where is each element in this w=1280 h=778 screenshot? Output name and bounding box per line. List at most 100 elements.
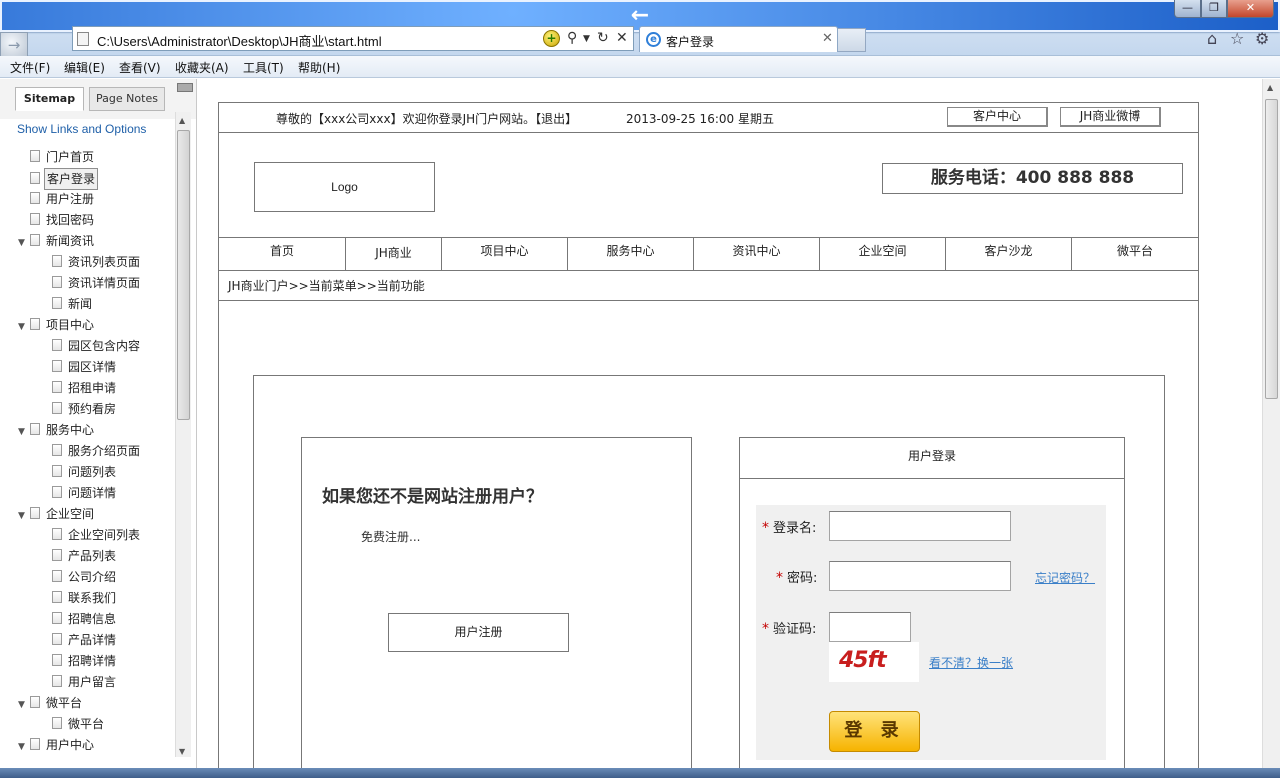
sitemap-item[interactable]: 用户注册	[18, 189, 96, 209]
page-icon	[30, 423, 40, 435]
sitemap-item[interactable]: 找回密码	[18, 210, 96, 230]
page-icon	[30, 234, 40, 246]
expand-toggle-icon[interactable]: ▼	[18, 317, 30, 337]
sitemap-scrollbar[interactable]: ▲ ▼	[175, 112, 191, 757]
sitemap-item-label: 招聘信息	[68, 612, 117, 626]
customer-center-button[interactable]: 客户中心	[947, 107, 1048, 127]
sitemap-item[interactable]: 资讯详情页面	[40, 273, 142, 293]
nav-news-center[interactable]: 资讯中心	[693, 237, 819, 271]
tools-gear-icon[interactable]: ⚙	[1255, 29, 1269, 48]
sitemap-item[interactable]: 企业空间列表	[40, 525, 142, 545]
divider	[219, 300, 1198, 301]
stop-icon[interactable]: ✕	[616, 30, 628, 46]
dropdown-chevron-icon[interactable]: ▼	[583, 34, 590, 44]
nav-home[interactable]: 首页	[219, 237, 345, 271]
home-icon[interactable]: ⌂	[1207, 29, 1217, 48]
compatibility-view-icon[interactable]: +	[543, 30, 560, 47]
menu-edit[interactable]: 编辑(E)	[64, 59, 105, 76]
jh-weibo-button[interactable]: JH商业微博	[1060, 107, 1161, 127]
maximize-button[interactable]: ❐	[1201, 0, 1227, 18]
nav-enterprise-space[interactable]: 企业空间	[819, 237, 945, 271]
refresh-captcha-link[interactable]: 看不清？换一张	[929, 654, 1013, 671]
address-bar[interactable]: C:\Users\Administrator\Desktop\JH商业\star…	[72, 26, 634, 51]
expand-toggle-icon[interactable]: ▼	[18, 233, 30, 253]
sitemap-item[interactable]: 产品列表	[40, 546, 118, 566]
nav-customer-salon[interactable]: 客户沙龙	[945, 237, 1071, 271]
sitemap-item[interactable]: 招聘详情	[40, 651, 118, 671]
scroll-up-arrow-icon[interactable]: ▲	[1267, 83, 1273, 92]
scrollbar-thumb[interactable]	[1265, 99, 1278, 399]
collapse-panel-button[interactable]	[177, 83, 193, 92]
search-icon[interactable]: ⚲	[567, 30, 577, 46]
username-input[interactable]	[829, 511, 1011, 541]
sitemap-item[interactable]: ▼ 企业空间	[18, 504, 96, 524]
sitemap-item[interactable]: ▼ 微平台	[18, 693, 84, 713]
sitemap-item[interactable]: 招聘信息	[40, 609, 118, 629]
close-window-button[interactable]: ✕	[1227, 0, 1274, 18]
expand-toggle-icon[interactable]: ▼	[18, 506, 30, 526]
tab-close-icon[interactable]: ✕	[822, 31, 833, 46]
sitemap-item[interactable]: 预约看房	[40, 399, 118, 419]
sitemap-item[interactable]: 资讯列表页面	[40, 252, 142, 272]
login-button[interactable]: 登 录	[829, 711, 920, 752]
page-viewport: 尊敬的【xxx公司xxx】欢迎你登录JH门户网站。【退出】 2013-09-25…	[198, 79, 1262, 778]
menu-file[interactable]: 文件(F)	[10, 59, 50, 76]
page-frame: 尊敬的【xxx公司xxx】欢迎你登录JH门户网站。【退出】 2013-09-25…	[218, 102, 1199, 778]
expand-toggle-icon[interactable]: ▼	[18, 422, 30, 442]
nav-micro-platform[interactable]: 微平台	[1071, 237, 1198, 271]
sitemap-item[interactable]: 用户留言	[40, 672, 118, 692]
sitemap-item-label: 企业空间	[46, 507, 95, 521]
sitemap-item[interactable]: 服务介绍页面	[40, 441, 142, 461]
captcha-image[interactable]: 45ft	[829, 642, 919, 682]
sitemap-item[interactable]: ▼ 新闻资讯	[18, 231, 96, 251]
sitemap-item[interactable]: 招租申请	[40, 378, 118, 398]
page-scrollbar[interactable]: ▲	[1262, 79, 1280, 778]
scroll-down-arrow-icon[interactable]: ▼	[179, 747, 185, 756]
sitemap-item-label: 服务介绍页面	[68, 444, 141, 458]
menu-tools[interactable]: 工具(T)	[243, 59, 284, 76]
sitemap-item[interactable]: 园区包含内容	[40, 336, 142, 356]
menu-help[interactable]: 帮助(H)	[298, 59, 340, 76]
nav-jh-business[interactable]: JH商业	[345, 237, 441, 271]
taskbar	[0, 768, 1280, 778]
menu-view[interactable]: 查看(V)	[119, 59, 161, 76]
sitemap-item[interactable]: 客户登录	[18, 168, 99, 190]
sitemap-item[interactable]: 问题列表	[40, 462, 118, 482]
sitemap-item[interactable]: 新闻	[40, 294, 94, 314]
favorites-star-icon[interactable]: ☆	[1230, 29, 1244, 48]
minimize-button[interactable]: —	[1174, 0, 1201, 18]
tab-title: 客户登录	[666, 35, 715, 49]
sitemap-item[interactable]: 问题详情	[40, 483, 118, 503]
sitemap-item[interactable]: 公司介绍	[40, 567, 118, 587]
nav-project-center[interactable]: 项目中心	[441, 237, 567, 271]
page-icon	[77, 32, 89, 46]
forgot-password-link[interactable]: 忘记密码？	[1035, 569, 1095, 586]
sitemap-item[interactable]: 门户首页	[18, 147, 96, 167]
login-heading: 用户登录	[740, 438, 1124, 479]
nav-service-center[interactable]: 服务中心	[567, 237, 693, 271]
tab-sitemap[interactable]: Sitemap	[15, 87, 84, 111]
sitemap-item-label: 产品列表	[68, 549, 117, 563]
new-tab-button[interactable]	[838, 28, 866, 52]
menu-favorites[interactable]: 收藏夹(A)	[175, 59, 229, 76]
address-text[interactable]: C:\Users\Administrator\Desktop\JH商业\star…	[97, 31, 382, 50]
sitemap-item[interactable]: 微平台	[40, 714, 106, 734]
sitemap-item[interactable]: ▼ 用户中心	[18, 735, 96, 755]
refresh-icon[interactable]: ↻	[597, 30, 609, 46]
expand-toggle-icon[interactable]: ▼	[18, 737, 30, 757]
scrollbar-thumb[interactable]	[177, 130, 190, 420]
browser-tab-active[interactable]: e 客户登录 ✕	[639, 26, 838, 52]
tab-page-notes[interactable]: Page Notes	[89, 87, 165, 111]
sitemap-item[interactable]: ▼ 服务中心	[18, 420, 96, 440]
sitemap-item[interactable]: 联系我们	[40, 588, 118, 608]
sitemap-item[interactable]: ▼ 项目中心	[18, 315, 96, 335]
sitemap-item[interactable]: 产品详情	[40, 630, 118, 650]
scroll-up-arrow-icon[interactable]: ▲	[179, 116, 185, 125]
show-links-and-options-link[interactable]: Show Links and Options	[17, 122, 146, 136]
page-icon	[30, 213, 40, 225]
captcha-input[interactable]	[829, 612, 911, 642]
sitemap-item[interactable]: 园区详情	[40, 357, 118, 377]
user-register-button[interactable]: 用户注册	[388, 613, 569, 652]
expand-toggle-icon[interactable]: ▼	[18, 695, 30, 715]
password-input[interactable]	[829, 561, 1011, 591]
